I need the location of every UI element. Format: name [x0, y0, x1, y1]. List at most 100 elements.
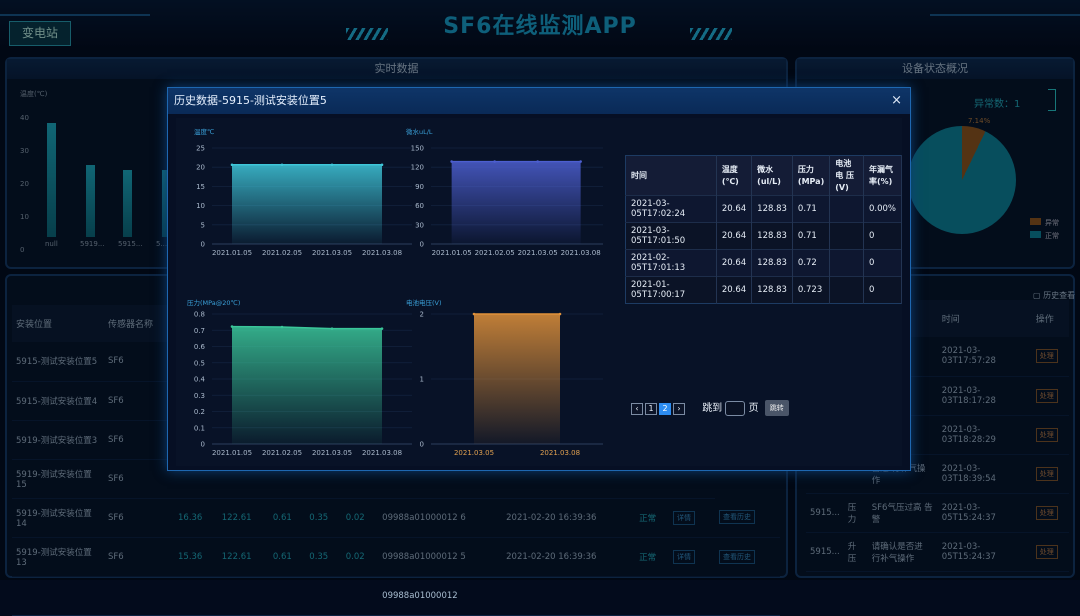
history-cell	[829, 222, 864, 250]
data-point[interactable]	[280, 163, 284, 167]
table-cell	[714, 576, 780, 616]
data-point[interactable]	[330, 163, 334, 167]
y-tick-label: 0.7	[194, 327, 205, 335]
history-cell: 128.83	[751, 195, 793, 223]
x-tick-label: 2021.03.08	[362, 249, 402, 257]
table-cell	[341, 576, 379, 616]
chart-title: 微水uL/L	[406, 127, 433, 136]
table-cell	[268, 576, 306, 616]
y-tick-label: 2	[420, 311, 424, 319]
data-point[interactable]	[280, 325, 284, 329]
page-button-2[interactable]: 2	[659, 403, 671, 415]
history-cell: 20.64	[716, 249, 753, 277]
history-col-header: 年漏气 率(%)	[863, 155, 903, 196]
x-tick-label: 2021.03.05	[312, 249, 352, 257]
series-area	[232, 164, 382, 244]
data-point[interactable]	[330, 327, 334, 330]
modal-body: 温度℃ 0 5 10 15 20 25 2021.01.05 2021.02.05 2021.03…	[176, 118, 903, 466]
x-tick-label: 2021.01.05	[212, 449, 252, 457]
y-tick-label: 0	[420, 241, 424, 249]
y-tick-label: 0.3	[194, 392, 205, 400]
table-row: 09988a01000012	[12, 576, 780, 616]
pagination: ‹ 1 2 › 跳到 页 跳转	[631, 399, 789, 416]
y-tick-label: 15	[196, 183, 205, 191]
chart-title: 温度℃	[194, 127, 214, 136]
history-col-header: 温度 (℃)	[716, 155, 753, 196]
history-col-header: 微水 (ul/L)	[751, 155, 793, 196]
y-tick-label: 150	[411, 145, 424, 153]
history-cell: 0.71	[792, 195, 831, 223]
x-tick-label: 2021.02.05	[475, 249, 515, 257]
x-tick-label: 2021.03.08	[561, 249, 601, 257]
x-tick-label: 2021.03.08	[540, 449, 580, 457]
history-cell: 2021-02-05T17:01:13	[625, 249, 717, 277]
data-point[interactable]	[380, 327, 384, 330]
history-cell	[829, 195, 864, 223]
data-point[interactable]	[579, 160, 582, 163]
history-table: 时间 温度 (℃) 微水 (ul/L) 压力 (MPa) 电池电 压(V) 年漏气 率(%…	[625, 155, 903, 304]
history-cell: 20.64	[716, 276, 753, 304]
data-point[interactable]	[472, 312, 476, 316]
history-cell: 0	[863, 222, 903, 250]
y-tick-label: 0.6	[194, 343, 206, 351]
table-cell	[174, 576, 218, 616]
prev-page-button[interactable]: ‹	[631, 403, 643, 415]
history-cell: 128.83	[751, 276, 793, 304]
jump-button[interactable]: 跳转	[764, 400, 789, 416]
x-tick-label: 2021.03.05	[454, 449, 494, 457]
data-point[interactable]	[450, 160, 453, 163]
history-charts: 温度℃05101520252021.01.05 2021.02.05 2021.03…	[187, 127, 603, 457]
jump-page-input[interactable]	[725, 400, 746, 416]
page-button-1[interactable]: 1	[645, 403, 657, 415]
history-cell: 0.71	[792, 222, 831, 250]
history-row: 2021-01-05T17:00:17 20.64 128.83 0.723 0	[625, 276, 903, 304]
data-point[interactable]	[380, 163, 384, 167]
table-cell	[12, 576, 104, 616]
history-col-header: 电池电 压(V)	[829, 155, 864, 196]
data-point[interactable]	[230, 325, 234, 328]
x-tick-label: 2021.03.08	[362, 449, 402, 457]
history-cell: 0.723	[792, 276, 831, 304]
series-area	[474, 314, 560, 444]
history-row: 2021-02-05T17:01:13 20.64 128.83 0.72 0	[625, 249, 903, 277]
y-tick-label: 1	[420, 376, 424, 384]
y-tick-label: 20	[196, 164, 205, 172]
y-tick-label: 0	[201, 241, 205, 249]
x-tick-label: 2021.01.05	[212, 249, 252, 257]
y-tick-label: 0.8	[194, 311, 205, 319]
y-tick-label: 0	[201, 441, 205, 449]
cell-text: 09988a01000012	[382, 590, 458, 601]
modal-title: 历史数据-5915-测试安装位置5	[168, 88, 910, 114]
x-tick-label: 2021.01.05	[432, 249, 472, 257]
table-cell: 09988a01000012	[378, 576, 503, 616]
table-cell	[502, 576, 636, 616]
close-icon[interactable]: ×	[891, 93, 902, 108]
history-col-header: 时间	[625, 155, 717, 196]
page-unit: 页	[748, 403, 759, 414]
data-point[interactable]	[493, 160, 496, 163]
next-page-button[interactable]: ›	[673, 403, 685, 415]
chart-title: 电池电压(V)	[406, 298, 442, 307]
history-cell: 2021-03-05T17:02:24	[625, 195, 717, 223]
table-cell	[104, 576, 174, 616]
table-cell	[217, 576, 269, 616]
x-tick-label: 2021.02.05	[262, 449, 302, 457]
history-cell: 128.83	[751, 249, 793, 277]
history-cell: 20.64	[716, 222, 753, 250]
y-tick-label: 25	[196, 145, 205, 153]
table-cell	[635, 576, 669, 616]
data-point[interactable]	[230, 163, 234, 167]
history-cell: 0	[863, 249, 903, 277]
history-modal: 历史数据-5915-测试安装位置5 × 温度℃ 0 5 10 15 20 25 2021.01…	[167, 87, 911, 471]
data-point[interactable]	[558, 312, 562, 316]
history-cell: 128.83	[751, 222, 793, 250]
data-point[interactable]	[536, 160, 539, 163]
history-cell	[829, 276, 864, 304]
y-tick-label: 0.2	[194, 408, 205, 416]
y-tick-label: 120	[411, 164, 424, 172]
jump-label: 跳到	[702, 403, 723, 414]
history-row: 2021-03-05T17:01:50 20.64 128.83 0.71 0	[625, 222, 903, 250]
x-tick-label: 2021.03.05	[312, 449, 352, 457]
history-cell: 2021-03-05T17:01:50	[625, 222, 717, 250]
y-tick-label: 5	[201, 221, 205, 229]
